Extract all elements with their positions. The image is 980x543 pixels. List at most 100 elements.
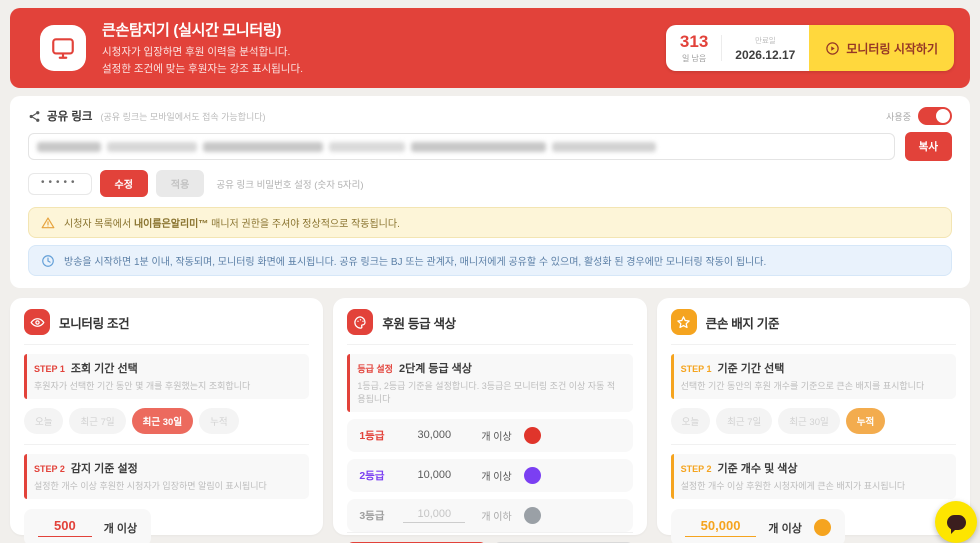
tier1-value[interactable]: 30,000 <box>403 429 465 443</box>
page: 큰손탐지기 (실시간 모니터링) 시청자가 입장하면 후원 이력을 분석합니다.… <box>0 0 980 543</box>
tier-row-1: 1등급 30,000 개 이상 <box>347 419 632 452</box>
period-today[interactable]: 오늘 <box>24 408 63 434</box>
tier3-label: 3등급 <box>359 508 403 523</box>
tier3-unit: 개 이하 <box>481 508 511 523</box>
days-remaining-value: 313 <box>680 33 708 50</box>
tier-setting-title: 2단계 등급 색상 <box>399 360 472 376</box>
threshold-box: 500 개 이상 <box>24 509 151 543</box>
tier3-color-dot[interactable] <box>524 507 541 524</box>
period-options: 오늘 최근 7일 최근 30일 누적 <box>671 408 956 434</box>
period-today[interactable]: 오늘 <box>671 408 710 434</box>
expiry-date: 2026.12.17 <box>735 48 795 62</box>
step1-label: STEP 1 <box>681 364 712 374</box>
step2-desc: 설정한 개수 이상 후원한 시청자가 입장하면 알림이 표시됩니다 <box>34 479 299 492</box>
star-icon <box>671 309 697 335</box>
play-circle-icon <box>825 41 840 56</box>
share-icon <box>28 110 41 123</box>
clock-icon <box>41 254 55 268</box>
tier-row-3: 3등급 10,000 개 이하 <box>347 499 632 532</box>
period-7days[interactable]: 최근 7일 <box>69 408 125 434</box>
tier-row-2: 2등급 10,000 개 이상 <box>347 459 632 492</box>
step2-label: STEP 2 <box>681 464 712 474</box>
step1-label: STEP 1 <box>34 364 65 374</box>
divider <box>721 35 722 61</box>
settings-cards: 모니터링 조건 STEP 1 조회 기간 선택 후원자가 선택한 기간 동안 몇… <box>10 298 970 535</box>
card-title: 모니터링 조건 <box>59 313 129 332</box>
header-text: 큰손탐지기 (실시간 모니터링) 시청자가 입장하면 후원 이력을 분석합니다.… <box>102 19 303 77</box>
palette-icon <box>347 309 373 335</box>
tier-setting-label: 등급 설정 <box>357 362 393 375</box>
period-options: 오늘 최근 7일 최근 30일 누적 <box>24 408 309 434</box>
step1-desc: 후원자가 선택한 기간 동안 몇 개를 후원했는지 조회합니다 <box>34 379 299 392</box>
days-remaining: 313 일 남음 <box>680 33 708 64</box>
expiry: 만료일 2026.12.17 <box>735 35 795 62</box>
period-7days[interactable]: 최근 7일 <box>716 408 772 434</box>
tier-colors-card: 후원 등급 색상 등급 설정 2단계 등급 색상 1등급, 2등급 기준을 설정… <box>333 298 646 535</box>
license-stats: 313 일 남음 만료일 2026.12.17 <box>666 25 809 71</box>
tier-setting-box: 등급 설정 2단계 등급 색상 1등급, 2등급 기준을 설정합니다. 3등급은… <box>347 354 632 412</box>
badge-criteria-card: 큰손 배지 기준 STEP 1 기준 기간 선택 선택한 기간 동안의 후원 개… <box>657 298 970 535</box>
page-subtitle: 시청자가 입장하면 후원 이력을 분석합니다. 설정한 조건에 맞는 후원자는 … <box>102 44 303 77</box>
threshold-box: 50,000 개 이상 <box>671 509 845 543</box>
warning-triangle-icon <box>41 216 55 230</box>
share-link-toggle[interactable] <box>918 107 952 125</box>
days-remaining-label: 일 남음 <box>682 53 706 64</box>
threshold-unit: 개 이상 <box>768 520 801 536</box>
toggle-status-label: 사용중 <box>886 110 911 123</box>
period-30days[interactable]: 최근 30일 <box>778 408 839 434</box>
tier2-label: 2등급 <box>359 468 403 483</box>
expiry-label: 만료일 <box>755 35 776 46</box>
share-url-input[interactable] <box>28 133 895 160</box>
page-title: 큰손탐지기 (실시간 모니터링) <box>102 19 303 40</box>
tier2-unit: 개 이상 <box>481 468 511 483</box>
info-notice: 방송을 시작하면 1분 이내, 작동되며, 모니터링 화면에 표시됩니다. 공유… <box>28 245 952 276</box>
warning-notice: 시청자 목록에서 내이름은알리미™ 매니저 권한을 주셔야 정상적으로 작동됩니… <box>28 207 952 238</box>
card-title: 후원 등급 색상 <box>382 313 456 332</box>
share-link-title: 공유 링크 <box>47 108 93 124</box>
monitoring-conditions-card: 모니터링 조건 STEP 1 조회 기간 선택 후원자가 선택한 기간 동안 몇… <box>10 298 323 535</box>
info-notice-text: 방송을 시작하면 1분 이내, 작동되며, 모니터링 화면에 표시됩니다. 공유… <box>64 253 766 268</box>
subtitle-line2: 설정한 조건에 맞는 후원자는 강조 표시됩니다. <box>102 63 303 75</box>
password-edit-button[interactable]: 수정 <box>100 170 148 197</box>
step1-box: STEP 1 기준 기간 선택 선택한 기간 동안의 후원 개수를 기준으로 큰… <box>671 354 956 399</box>
step1-box: STEP 1 조회 기간 선택 후원자가 선택한 기간 동안 몇 개를 후원했는… <box>24 354 309 399</box>
tier1-label: 1등급 <box>359 428 403 443</box>
step1-title: 기준 기간 선택 <box>718 360 785 376</box>
license-panel: 313 일 남음 만료일 2026.12.17 모니터링 시작하기 <box>666 25 954 71</box>
step1-desc: 선택한 기간 동안의 후원 개수를 기준으로 큰손 배지를 표시합니다 <box>681 379 946 392</box>
threshold-unit: 개 이상 <box>104 520 137 536</box>
period-30days-selected[interactable]: 최근 30일 <box>132 408 193 434</box>
step2-box: STEP 2 기준 개수 및 색상 설정한 개수 이상 후원한 시청자에게 큰손… <box>671 454 956 499</box>
step2-title: 감지 기준 설정 <box>71 460 138 476</box>
warning-notice-text: 시청자 목록에서 내이름은알리미™ 매니저 권한을 주셔야 정상적으로 작동됩니… <box>64 215 400 230</box>
password-input[interactable]: ••••• <box>28 173 92 195</box>
tier1-unit: 개 이상 <box>481 428 511 443</box>
password-hint: 공유 링크 비밀번호 설정 (숫자 5자리) <box>216 177 363 191</box>
step1-title: 조회 기간 선택 <box>71 360 138 376</box>
tier3-value[interactable]: 10,000 <box>403 508 465 523</box>
step2-title: 기준 개수 및 색상 <box>718 460 798 476</box>
tier2-value[interactable]: 10,000 <box>403 469 465 483</box>
tier1-color-dot[interactable] <box>524 427 541 444</box>
threshold-input[interactable]: 500 <box>38 518 92 537</box>
badge-color-dot[interactable] <box>814 519 831 536</box>
monitor-icon <box>40 25 86 71</box>
start-monitoring-button[interactable]: 모니터링 시작하기 <box>809 25 954 71</box>
card-title: 큰손 배지 기준 <box>706 313 780 332</box>
share-link-hint: (공유 링크는 모바일에서도 접속 가능합니다) <box>101 110 266 123</box>
period-total-selected[interactable]: 누적 <box>846 408 885 434</box>
share-url-redacted <box>37 142 665 152</box>
step2-box: STEP 2 감지 기준 설정 설정한 개수 이상 후원한 시청자가 입장하면 … <box>24 454 309 499</box>
step2-label: STEP 2 <box>34 464 65 474</box>
eye-icon <box>24 309 50 335</box>
tier-setting-desc: 1등급, 2등급 기준을 설정합니다. 3등급은 모니터링 조건 이상 자동 적… <box>357 379 622 405</box>
start-monitoring-label: 모니터링 시작하기 <box>846 40 938 57</box>
kakao-speech-bubble-icon <box>947 515 966 530</box>
period-total[interactable]: 누적 <box>199 408 238 434</box>
tier2-color-dot[interactable] <box>524 467 541 484</box>
password-apply-button[interactable]: 적용 <box>156 170 204 197</box>
copy-button[interactable]: 복사 <box>905 132 952 161</box>
step2-desc: 설정한 개수 이상 후원한 시청자에게 큰손 배지가 표시됩니다 <box>681 479 946 492</box>
threshold-input[interactable]: 50,000 <box>685 518 757 537</box>
kakao-chat-button[interactable] <box>935 501 977 543</box>
